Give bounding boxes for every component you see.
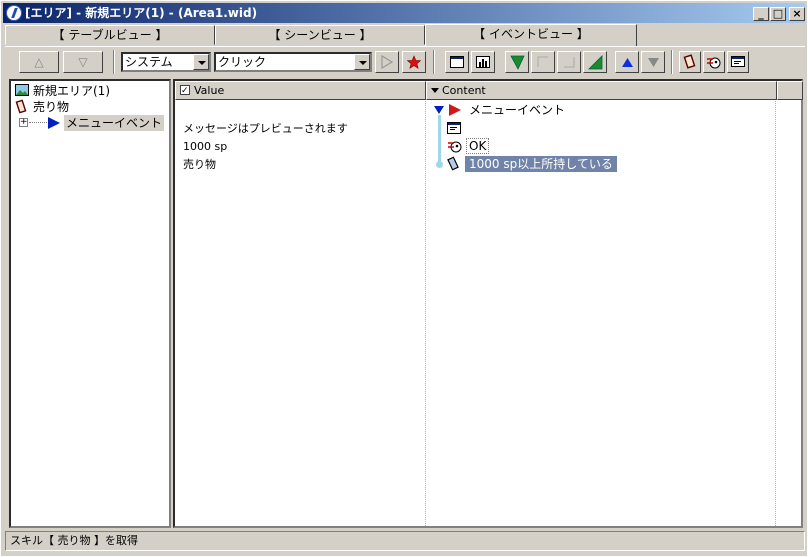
- value-cell: メッセージはプレビューされます: [183, 122, 348, 135]
- action-select[interactable]: クリック: [214, 52, 372, 72]
- toolbar-separator: [113, 50, 115, 74]
- tree-item-label: 売り物: [33, 100, 70, 114]
- message-icon: [731, 56, 745, 67]
- checkbox-icon[interactable]: [180, 83, 190, 100]
- column-header-spacer: [777, 81, 803, 100]
- minimize-button[interactable]: _: [753, 7, 769, 21]
- window-view-button[interactable]: [445, 51, 469, 73]
- card-button[interactable]: [679, 51, 701, 73]
- branch-icon: [707, 57, 721, 69]
- content-row-start[interactable]: メニューイベント: [433, 102, 633, 118]
- column-header-value[interactable]: Value: [175, 81, 426, 100]
- content-label-selected: 1000 sp以上所持している: [465, 156, 617, 172]
- branch-icon: [448, 141, 462, 153]
- move-up-button[interactable]: △: [19, 51, 59, 73]
- move-node-up-button[interactable]: [615, 51, 639, 73]
- category-select[interactable]: システム: [121, 52, 211, 72]
- column-divider: [425, 101, 426, 526]
- blue-triangle-down-icon: [434, 106, 444, 114]
- message-button[interactable]: [727, 51, 749, 73]
- chevron-down-icon[interactable]: [193, 54, 209, 70]
- flag-up-button[interactable]: [583, 51, 607, 73]
- status-text: スキル【 売り物 】を取得: [10, 534, 138, 547]
- tab-event-view[interactable]: 【 イベントビュー 】: [425, 24, 637, 46]
- event-tree-panel[interactable]: 新規エリア(1) 売り物 + メニューイベント: [9, 79, 171, 528]
- event-flow-line: [438, 115, 441, 165]
- green-flag-down-icon: [510, 55, 525, 70]
- action-select-value: クリック: [218, 55, 267, 69]
- gray-triangle-down-icon: [648, 58, 659, 67]
- blue-triangle-up-icon: [622, 58, 633, 67]
- column-header-label: Content: [442, 84, 486, 97]
- money-check-icon: [447, 156, 459, 171]
- content-label: OK: [466, 138, 490, 154]
- bar-chart-icon: [476, 56, 490, 68]
- category-select-value: システム: [125, 55, 173, 69]
- value-cell: 1000 sp: [183, 140, 228, 153]
- close-button[interactable]: ×: [789, 7, 805, 21]
- tree-item-menu-event[interactable]: + メニューイベント: [19, 115, 165, 131]
- content-row-branch[interactable]: OK: [447, 138, 567, 154]
- chevron-down-icon[interactable]: [354, 54, 370, 70]
- status-bar: スキル【 売り物 】を取得: [5, 531, 805, 551]
- view-tabs: 【 テーブルビュー 】 【 シーンビュー 】 【 イベントビュー 】: [5, 24, 805, 46]
- content-row-condition[interactable]: 1000 sp以上所持している: [447, 156, 617, 172]
- tree-item-label: 新規エリア(1): [33, 84, 110, 98]
- bracket-right-button[interactable]: [557, 51, 581, 73]
- area-icon: [15, 84, 29, 96]
- flag-down-button[interactable]: [505, 51, 529, 73]
- toolbar: △ ▽ システム クリック: [5, 46, 805, 76]
- event-content-panel[interactable]: Value Content メッセージはプレビューされます 1000 sp 売り…: [173, 79, 803, 528]
- message-icon: [447, 122, 461, 134]
- maximize-button[interactable]: □: [770, 7, 786, 21]
- title-bar[interactable]: [エリア] - 新規エリア(1) - (Area1.wid) _ □ ×: [3, 3, 805, 23]
- window-title: [エリア] - 新規エリア(1) - (Area1.wid): [25, 6, 258, 20]
- start-icon: [449, 104, 461, 116]
- column-header-label: Value: [194, 84, 225, 97]
- column-divider: [775, 101, 776, 526]
- tree-item-label: メニューイベント: [64, 115, 165, 131]
- tab-scene-view[interactable]: 【 シーンビュー 】: [215, 25, 425, 45]
- chart-view-button[interactable]: [471, 51, 495, 73]
- expand-toggle[interactable]: +: [19, 118, 28, 127]
- toolbar-separator: [433, 50, 435, 74]
- content-label: メニューイベント: [469, 103, 566, 117]
- branch-button[interactable]: [703, 51, 725, 73]
- toolbar-separator: [671, 50, 673, 74]
- tab-table-view[interactable]: 【 テーブルビュー 】: [5, 25, 215, 45]
- play-button[interactable]: [375, 51, 399, 73]
- card-icon: [683, 54, 696, 69]
- bracket-right-icon: [564, 57, 575, 68]
- event-icon: [48, 117, 60, 129]
- app-icon: [6, 5, 22, 21]
- event-flow-end: [436, 161, 443, 168]
- red-star-icon: [407, 55, 421, 69]
- card-icon: [15, 99, 27, 114]
- tree-connector: [29, 122, 47, 123]
- move-node-down-button[interactable]: [641, 51, 665, 73]
- bracket-left-button[interactable]: [531, 51, 555, 73]
- value-cell: 売り物: [183, 158, 216, 171]
- green-flag-up-icon: [588, 55, 603, 70]
- app-window: [エリア] - 新規エリア(1) - (Area1.wid) _ □ × 【 テ…: [0, 0, 808, 557]
- column-header-content[interactable]: Content: [426, 81, 777, 100]
- play-icon: [381, 55, 393, 69]
- bracket-left-icon: [537, 56, 548, 67]
- sort-arrow-icon[interactable]: [431, 88, 439, 93]
- window-icon: [450, 56, 464, 68]
- move-down-button[interactable]: ▽: [63, 51, 103, 73]
- stop-button[interactable]: [402, 51, 426, 73]
